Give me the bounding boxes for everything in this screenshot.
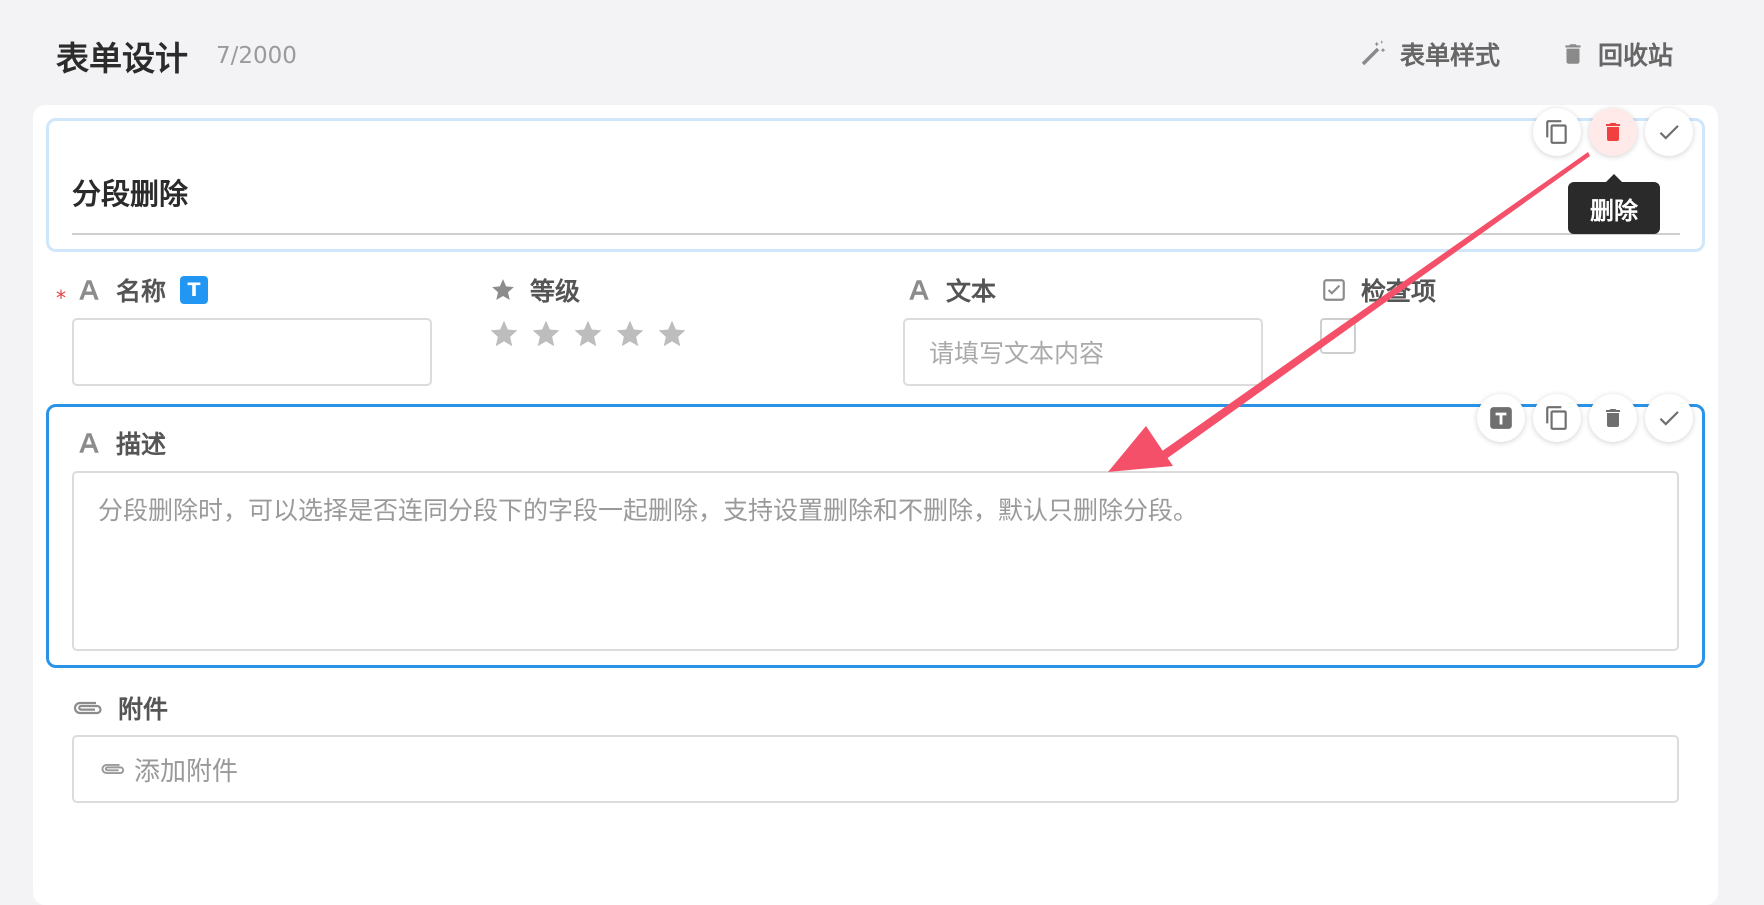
star-icon[interactable] — [656, 318, 688, 350]
delete-tooltip: 删除 — [1568, 174, 1660, 234]
text-label-text: 文本 — [946, 277, 997, 306]
rating-label-text: 等级 — [530, 277, 581, 306]
star-icon[interactable] — [572, 318, 604, 350]
text-input[interactable]: 请填写文本内容 — [903, 318, 1263, 386]
star-icon[interactable] — [488, 318, 520, 350]
title-field-badge: T — [180, 276, 209, 304]
name-field-label: 名称 T — [76, 272, 209, 308]
add-attachment-label: 添加附件 — [134, 756, 239, 787]
check-field-label: 检查项 — [1321, 272, 1436, 308]
field-confirm-button[interactable] — [1645, 394, 1693, 442]
section-confirm-button[interactable] — [1645, 108, 1693, 156]
attachment-label-text: 附件 — [118, 695, 169, 724]
text-type-icon — [79, 433, 99, 453]
check-icon — [1659, 411, 1679, 426]
text-input-placeholder: 请填写文本内容 — [929, 339, 1105, 368]
title-t-icon — [1490, 407, 1512, 429]
section-copy-button[interactable] — [1533, 108, 1581, 156]
trash-icon — [1606, 409, 1620, 427]
page-header: 表单设计 7/2000 表单样式 回收站 — [0, 0, 1764, 100]
form-style-label: 表单样式 — [1400, 41, 1501, 70]
star-icon[interactable] — [614, 318, 646, 350]
section-block[interactable]: 分段删除 — [46, 118, 1705, 252]
field-count: 7/2000 — [216, 43, 297, 69]
form-style-button[interactable]: 表单样式 — [1358, 34, 1500, 74]
text-type-icon — [909, 280, 929, 300]
checkbox-icon — [1323, 279, 1345, 301]
section-title: 分段删除 — [72, 177, 189, 211]
text-type-icon — [79, 280, 99, 300]
rating-stars[interactable] — [488, 318, 688, 350]
check-icon — [1659, 125, 1679, 140]
copy-icon — [1546, 120, 1567, 144]
required-mark: * — [56, 286, 66, 310]
description-textarea[interactable]: 分段删除时，可以选择是否连同分段下的字段一起删除，支持设置删除和不删除，默认只删… — [72, 471, 1679, 651]
recycle-bin-button[interactable]: 回收站 — [1560, 34, 1673, 74]
description-label-text: 描述 — [116, 430, 167, 459]
attachment-field-label: 附件 — [72, 690, 168, 726]
trash-icon — [1565, 44, 1581, 64]
section-divider — [72, 233, 1680, 235]
field-delete-button[interactable] — [1589, 394, 1637, 442]
paperclip-icon — [101, 763, 125, 775]
description-field-label: 描述 — [76, 425, 166, 461]
section-delete-button[interactable] — [1589, 108, 1637, 156]
name-input[interactable] — [72, 318, 432, 386]
check-item-checkbox[interactable] — [1320, 318, 1356, 354]
trash-icon — [1606, 123, 1620, 141]
page-title: 表单设计 — [56, 39, 188, 78]
add-attachment-button[interactable]: 添加附件 — [72, 735, 1679, 803]
check-label-text: 检查项 — [1361, 277, 1437, 306]
paperclip-icon — [73, 701, 102, 715]
star-icon — [492, 279, 514, 300]
description-text: 分段删除时，可以选择是否连同分段下的字段一起删除，支持设置删除和不删除，默认只删… — [98, 496, 1199, 525]
star-icon[interactable] — [530, 318, 562, 350]
magic-wand-icon — [1361, 40, 1386, 66]
name-label-text: 名称 — [116, 277, 167, 306]
recycle-bin-label: 回收站 — [1598, 41, 1674, 70]
field-copy-button[interactable] — [1533, 394, 1581, 442]
rating-field-label: 等级 — [490, 272, 580, 308]
text-field-label: 文本 — [906, 272, 996, 308]
copy-icon — [1546, 406, 1567, 430]
field-title-toggle-button[interactable] — [1477, 394, 1525, 442]
